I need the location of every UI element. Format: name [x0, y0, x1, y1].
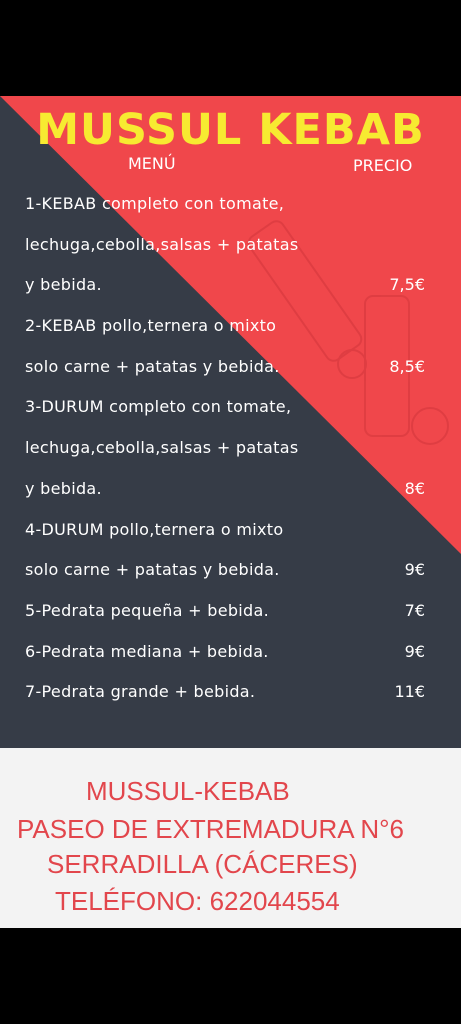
menu-item-price: 11€	[394, 682, 425, 701]
menu-item-price: 8€	[404, 479, 425, 498]
menu-poster: MUSSUL KEBAB MENÚ PRECIO 1-KEBAB complet…	[0, 96, 461, 748]
menu-item-line: 5-Pedrata pequeña + bebida.	[25, 601, 269, 620]
menu-item-line: 6-Pedrata mediana + bebida.	[25, 642, 269, 661]
menu-item-line: 1-KEBAB completo con tomate,	[25, 194, 285, 213]
menu-item-price: 9€	[404, 560, 425, 579]
footer-address: PASEO DE EXTREMADURA N°6	[17, 814, 405, 844]
price-column-header: PRECIO	[353, 156, 413, 175]
menu-item-line: 2-KEBAB pollo,ternera o mixto	[25, 316, 277, 335]
menu-item-line: 7-Pedrata grande + bebida.	[25, 682, 256, 701]
menu-item-line: y bebida.	[25, 275, 102, 294]
menu-item-price: 7,5€	[389, 275, 425, 294]
menu-item-line: 3-DURUM completo con tomate,	[25, 397, 292, 416]
menu-column-header: MENÚ	[128, 154, 176, 173]
menu-item-line: lechuga,cebolla,salsas + patatas	[25, 438, 299, 457]
footer-phone: TELÉFONO: 622044554	[55, 886, 340, 916]
footer-name: MUSSUL-KEBAB	[86, 776, 290, 806]
contact-footer: MUSSUL-KEBAB PASEO DE EXTREMADURA N°6 SE…	[0, 748, 461, 928]
menu-item-line: solo carne + patatas y bebida.	[25, 357, 280, 376]
footer-town: SERRADILLA (CÁCERES)	[47, 849, 358, 879]
menu-item-line: y bebida.	[25, 479, 102, 498]
menu-item-line: lechuga,cebolla,salsas + patatas	[25, 235, 299, 254]
menu-item-price: 8,5€	[389, 357, 425, 376]
menu-item-line: 4-DURUM pollo,ternera o mixto	[25, 520, 284, 539]
menu-item-price: 7€	[404, 601, 425, 620]
restaurant-title: MUSSUL KEBAB	[36, 105, 425, 155]
menu-item-line: solo carne + patatas y bebida.	[25, 560, 280, 579]
menu-item-price: 9€	[404, 642, 425, 661]
